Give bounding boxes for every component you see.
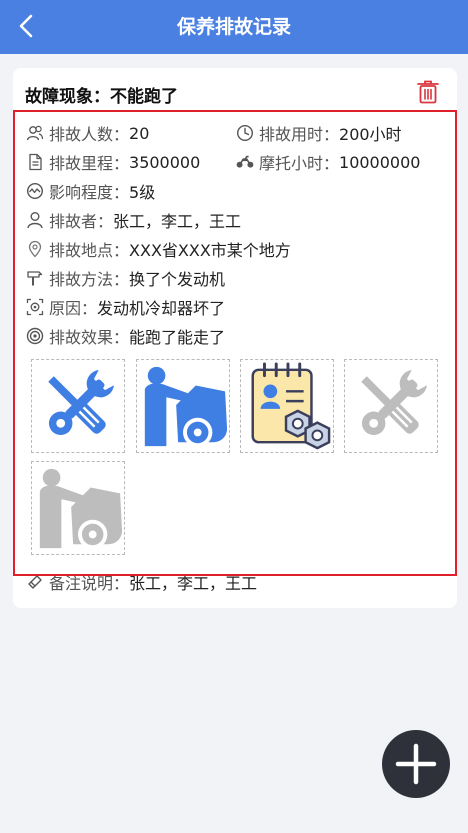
field-label: 排故里程： <box>49 154 130 173</box>
field-moto-hours: 摩托小时： 10000000 <box>236 151 420 173</box>
mechanic-car-icon <box>144 366 228 448</box>
photo-thumbnail[interactable] <box>344 359 438 453</box>
plus-icon <box>395 743 437 785</box>
field-label: 排故地点： <box>49 241 130 260</box>
field-label: 影响程度： <box>49 183 130 202</box>
field-people: 排故人数： 20 <box>26 122 149 144</box>
photo-thumbnail[interactable] <box>31 461 125 555</box>
field-method: 排故方法： 换了个发动机 <box>26 267 225 289</box>
field-label: 排故方法： <box>49 270 130 289</box>
field-cause: 原因： 发动机冷却器坏了 <box>26 296 225 318</box>
tag-edit-icon <box>28 575 42 589</box>
field-label: 排故用时： <box>259 125 340 144</box>
motorcycle-icon <box>236 155 254 168</box>
wrench-screwdriver-icon <box>361 370 427 436</box>
users-icon <box>26 125 44 141</box>
document-icon <box>29 153 42 171</box>
field-label: 排故人数： <box>49 125 130 144</box>
photo-thumbnail[interactable] <box>136 359 230 453</box>
field-note: 备注说明： 张工，李工，王工 <box>26 571 257 593</box>
field-value: XXX省XXX市某个地方 <box>129 241 291 260</box>
location-pin-icon <box>28 240 42 258</box>
field-value: 换了个发动机 <box>129 270 226 289</box>
field-person: 排故者： 张工，李工，王工 <box>26 209 241 231</box>
fault-title: 故障现象：不能跑了 <box>25 82 178 107</box>
field-impact: 影响程度： 5级 <box>26 180 155 202</box>
target-icon <box>26 327 44 345</box>
field-value: 20 <box>129 123 150 143</box>
title-divider <box>25 110 445 111</box>
field-label: 备注说明： <box>49 574 130 593</box>
clock-icon <box>236 124 254 142</box>
field-value: 张工，李工，王工 <box>129 574 258 593</box>
hammer-icon <box>27 271 43 286</box>
field-label: 摩托小时： <box>259 154 340 173</box>
field-time: 排故用时： 200小时 <box>236 122 402 144</box>
user-icon <box>27 212 43 229</box>
trash-icon[interactable] <box>417 80 439 104</box>
page-title: 保养排故记录 <box>176 16 291 38</box>
field-value: 200小时 <box>339 125 402 144</box>
field-value: 10000000 <box>339 152 421 172</box>
field-effect: 排故效果： 能跑了能走了 <box>26 325 225 347</box>
fault-label: 故障现象： <box>25 87 110 107</box>
wrench-screwdriver-icon <box>48 370 114 436</box>
top-nav-bar: 保养排故记录 <box>0 0 468 54</box>
scan-target-icon <box>26 298 44 316</box>
field-value: 3500000 <box>129 152 201 172</box>
field-label: 原因： <box>49 299 98 318</box>
add-record-button[interactable] <box>382 730 450 798</box>
field-mileage: 排故里程： 3500000 <box>26 151 200 173</box>
field-value: 5级 <box>129 183 156 202</box>
field-place: 排故地点： XXX省XXX市某个地方 <box>26 238 291 260</box>
notebook-nuts-icon <box>251 362 331 450</box>
impact-wave-icon <box>26 182 44 200</box>
fault-value: 不能跑了 <box>110 87 178 107</box>
field-value: 张工，李工，王工 <box>113 212 242 231</box>
field-label: 排故者： <box>49 212 114 231</box>
field-label: 排故效果： <box>49 328 130 347</box>
mechanic-car-icon <box>39 468 123 550</box>
field-value: 发动机冷却器坏了 <box>97 299 226 318</box>
field-value: 能跑了能走了 <box>129 328 226 347</box>
photo-thumbnail[interactable] <box>31 359 125 453</box>
photo-thumbnail[interactable] <box>240 359 334 453</box>
